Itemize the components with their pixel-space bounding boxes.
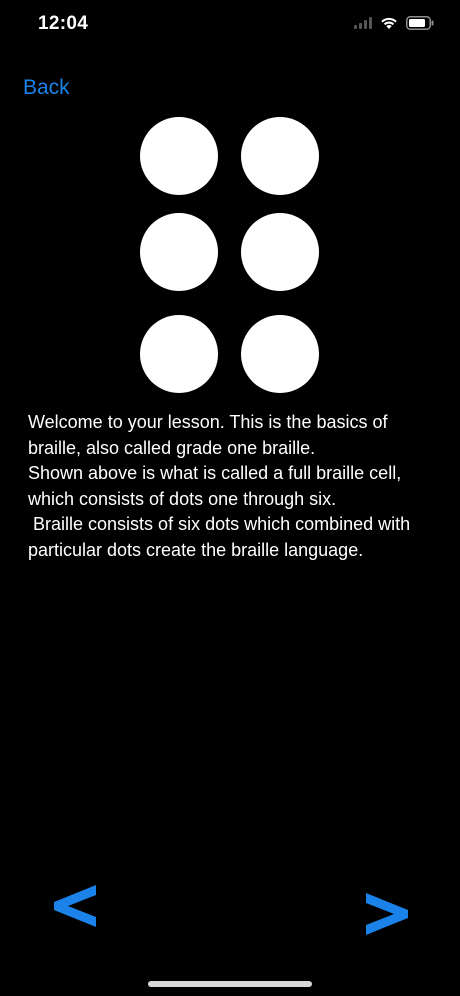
braille-dot-1 [140, 117, 218, 195]
braille-dot-6 [241, 315, 319, 393]
braille-dot-5 [241, 213, 319, 291]
chevron-left-icon [54, 884, 96, 927]
chevron-right-icon [366, 892, 408, 935]
braille-dot-4 [241, 117, 319, 195]
next-button[interactable] [356, 880, 416, 950]
braille-dot-3 [140, 315, 218, 393]
back-button[interactable]: Back [23, 76, 70, 100]
home-indicator[interactable] [148, 981, 312, 987]
wifi-icon [381, 17, 397, 29]
lesson-text: Welcome to your lesson. This is the basi… [28, 412, 411, 560]
braille-dot-2 [140, 213, 218, 291]
previous-button[interactable] [44, 872, 104, 942]
braille-cell [140, 117, 320, 393]
battery-icon [406, 16, 434, 30]
status-icons [354, 16, 434, 30]
status-time: 12:04 [38, 13, 89, 34]
status-bar: 12:04 [0, 0, 460, 50]
cellular-signal-icon [354, 17, 372, 29]
